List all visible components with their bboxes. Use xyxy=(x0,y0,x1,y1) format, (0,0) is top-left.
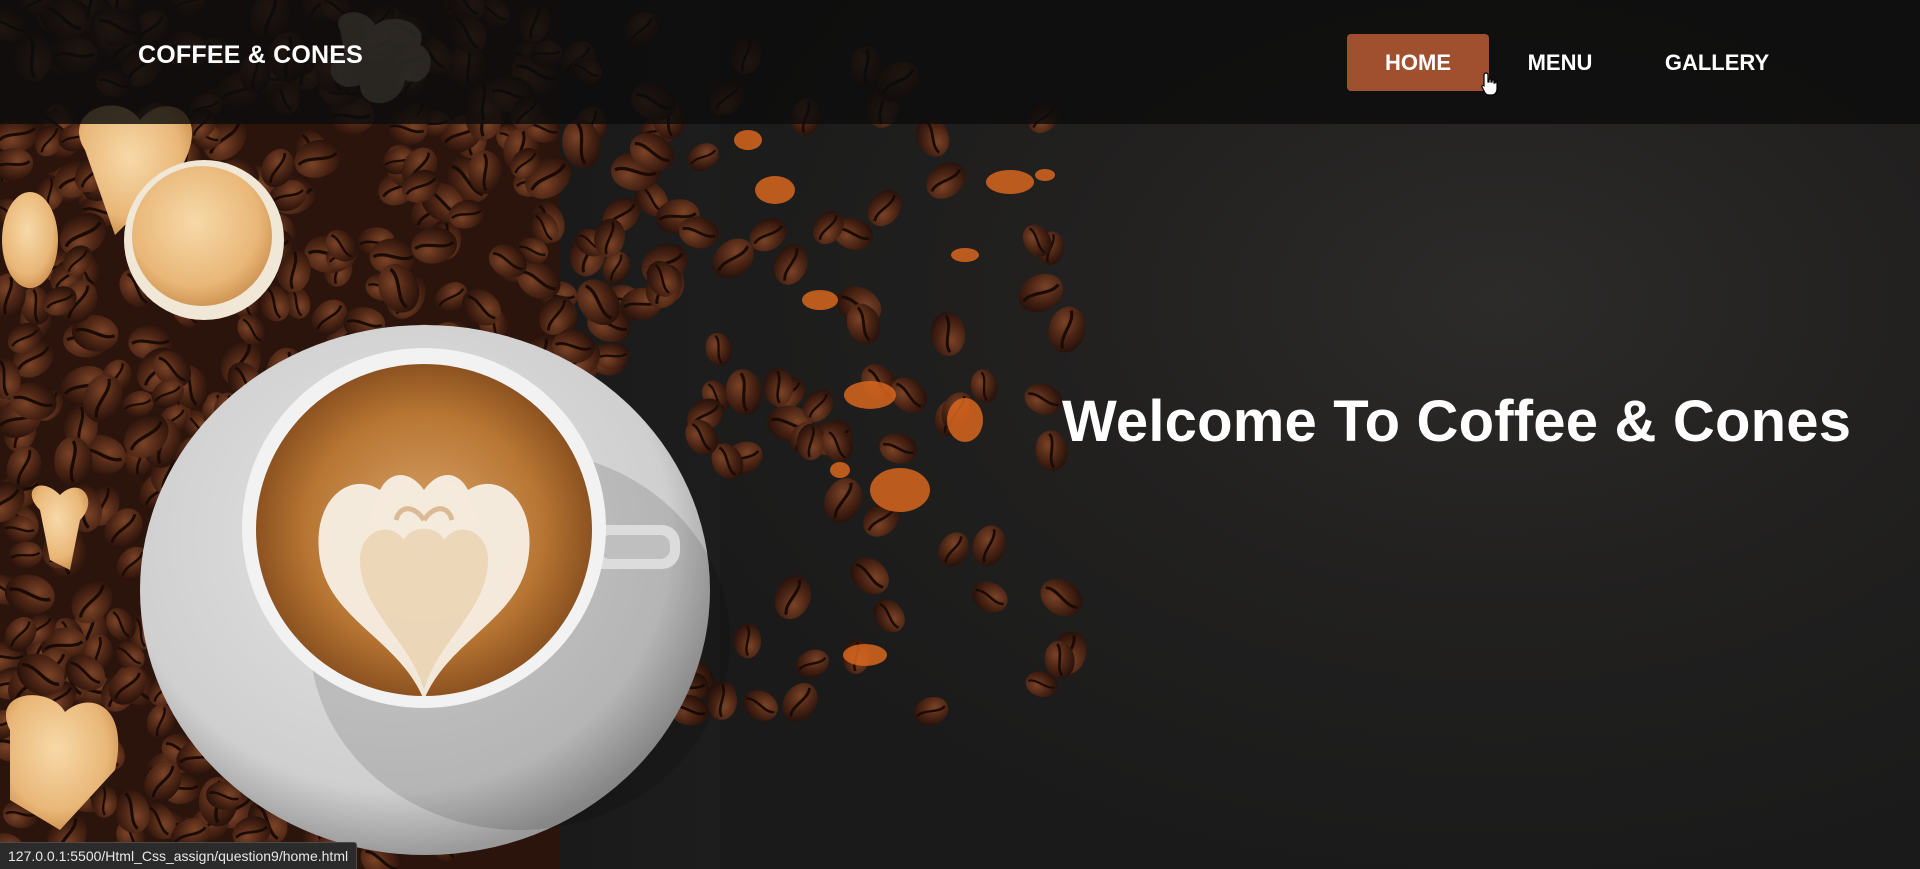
navbar: COFFEE & CONES HOME MENU GALLERY xyxy=(0,0,1920,124)
nav-gallery-link[interactable]: GALLERY xyxy=(1631,34,1803,91)
nav-menu-link[interactable]: MENU xyxy=(1489,34,1631,91)
brand-logo-text[interactable]: COFFEE & CONES xyxy=(138,41,363,70)
page: COFFEE & CONES HOME MENU GALLERY Welcome… xyxy=(0,0,1920,869)
nav-home-link[interactable]: HOME xyxy=(1347,34,1489,91)
main-nav: HOME MENU GALLERY xyxy=(1347,34,1803,91)
hero-title: Welcome To Coffee & Cones xyxy=(1062,389,1852,454)
hand-pointer-icon xyxy=(1481,72,1498,96)
status-bar-url: 127.0.0.1:5500/Html_Css_assign/question9… xyxy=(0,842,358,869)
